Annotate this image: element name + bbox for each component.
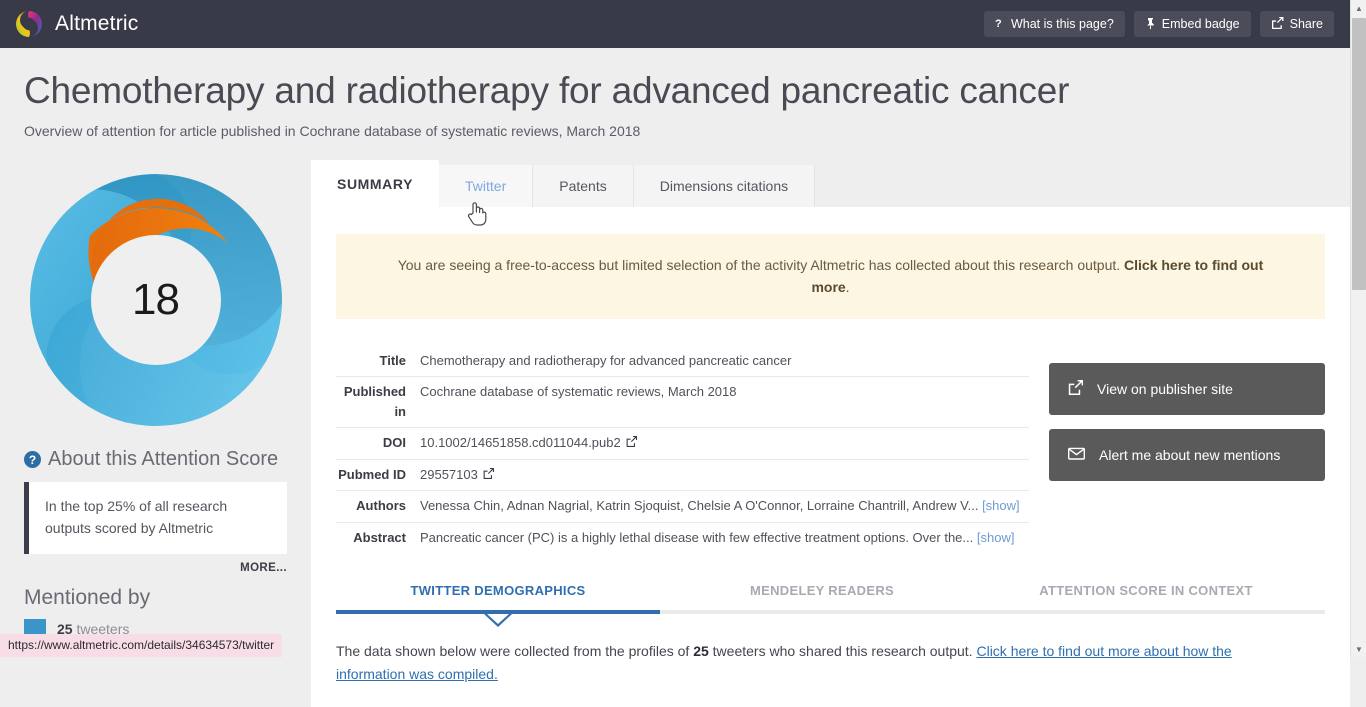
metadata-value-text: Pancreatic cancer (PC) is a highly letha… <box>420 530 973 545</box>
alert-me-button[interactable]: Alert me about new mentions <box>1049 429 1325 481</box>
tab-summary[interactable]: SUMMARY <box>311 160 439 207</box>
notice-tail: . <box>846 279 850 295</box>
mouse-cursor-pointer-icon <box>466 199 490 229</box>
tab-patents[interactable]: Patents <box>533 165 633 207</box>
subtab-attention-score-in-context[interactable]: ATTENTION SCORE IN CONTEXT <box>984 583 1308 610</box>
alert-me-label: Alert me about new mentions <box>1099 447 1280 463</box>
sub-tab-indicator <box>336 610 1325 614</box>
metadata-value: Cochrane database of systematic reviews,… <box>420 382 737 421</box>
question-circle-icon[interactable]: ? <box>24 451 41 468</box>
external-link-icon[interactable] <box>483 470 494 482</box>
free-access-notice: You are seeing a free-to-access but limi… <box>336 234 1325 319</box>
side-actions: View on publisher site Alert me about ne… <box>1049 363 1325 495</box>
attention-score-value: 18 <box>132 275 179 325</box>
metadata-value: Chemotherapy and radiotherapy for advanc… <box>420 351 791 371</box>
brand-name: Altmetric <box>55 12 138 36</box>
metadata-value: Pancreatic cancer (PC) is a highly letha… <box>420 528 1014 548</box>
about-attention-score-heading[interactable]: ? About this Attention Score <box>24 448 311 471</box>
metadata-value-text: 29557103 <box>420 467 478 482</box>
table-row: DOI 10.1002/14651858.cd011044.pub2 <box>336 428 1029 460</box>
attention-score-quote: In the top 25% of all research outputs s… <box>24 482 287 554</box>
attention-badge[interactable]: 18 <box>0 160 311 434</box>
abstract-show-link[interactable]: [show] <box>977 530 1015 545</box>
page-header: Chemotherapy and radiotherapy for advanc… <box>0 48 1350 139</box>
scroll-up-arrow-icon[interactable]: ▲ <box>1351 0 1366 16</box>
collected-description: The data shown below were collected from… <box>336 640 1301 686</box>
pin-icon <box>1145 17 1156 32</box>
share-button[interactable]: Share <box>1260 11 1334 37</box>
altmetric-donut-icon: 18 <box>22 166 290 434</box>
metadata-value-text: Venessa Chin, Adnan Nagrial, Katrin Sjoq… <box>420 498 978 513</box>
sidebar: 18 ? About this Attention Score In the t… <box>0 160 311 639</box>
sub-tab-caret-icon <box>484 614 512 627</box>
scrollbar-thumb[interactable] <box>1352 18 1366 290</box>
embed-badge-button[interactable]: Embed badge <box>1134 11 1251 37</box>
svg-text:?: ? <box>995 18 1002 29</box>
tab-dimensions-citations[interactable]: Dimensions citations <box>634 165 815 207</box>
external-link-icon[interactable] <box>626 438 637 450</box>
what-is-this-page-button[interactable]: ? What is this page? <box>984 11 1125 37</box>
table-row: Pubmed ID 29557103 <box>336 460 1029 492</box>
altmetric-logo-icon <box>14 9 44 39</box>
metadata-key: Abstract <box>336 528 420 548</box>
embed-badge-label: Embed badge <box>1162 17 1240 31</box>
sub-tab-row: TWITTER DEMOGRAPHICS MENDELEY READERS AT… <box>336 583 1325 610</box>
metadata-key: Authors <box>336 496 420 516</box>
sub-tab-bar: TWITTER DEMOGRAPHICS MENDELEY READERS AT… <box>336 583 1325 614</box>
metadata-value: 10.1002/14651858.cd011044.pub2 <box>420 433 637 453</box>
metadata-key: Title <box>336 351 420 371</box>
brand[interactable]: Altmetric <box>14 9 138 39</box>
envelope-icon <box>1068 447 1085 464</box>
attention-score-hole: 18 <box>91 235 221 365</box>
table-row: Abstract Pancreatic cancer (PC) is a hig… <box>336 523 1029 554</box>
table-row: Published in Cochrane database of system… <box>336 377 1029 428</box>
subtab-mendeley-readers[interactable]: MENDELEY READERS <box>660 583 984 610</box>
more-link[interactable]: MORE... <box>0 562 287 574</box>
authors-show-link[interactable]: [show] <box>982 498 1020 513</box>
page-title: Chemotherapy and radiotherapy for advanc… <box>24 70 1326 111</box>
topbar-actions: ? What is this page? Embed badge Share <box>984 11 1334 37</box>
share-icon <box>1271 17 1284 31</box>
metadata-value: 29557103 <box>420 465 494 485</box>
view-on-publisher-site-button[interactable]: View on publisher site <box>1049 363 1325 415</box>
metadata-key: Published in <box>336 382 420 421</box>
external-link-icon <box>1068 380 1083 399</box>
mentioned-by-heading: Mentioned by <box>24 586 311 610</box>
subtab-twitter-demographics[interactable]: TWITTER DEMOGRAPHICS <box>336 583 660 610</box>
top-bar: Altmetric ? What is this page? Embed bad… <box>0 0 1350 48</box>
what-is-this-page-label: What is this page? <box>1011 17 1114 31</box>
metadata-value-text: 10.1002/14651858.cd011044.pub2 <box>420 435 621 450</box>
metadata-key: Pubmed ID <box>336 465 420 485</box>
table-row: Title Chemotherapy and radiotherapy for … <box>336 346 1029 378</box>
vertical-scrollbar[interactable]: ▲ ▼ <box>1350 0 1366 657</box>
scroll-down-arrow-icon[interactable]: ▼ <box>1351 641 1366 657</box>
question-mark-icon: ? <box>995 17 1005 31</box>
metadata-value: Venessa Chin, Adnan Nagrial, Katrin Sjoq… <box>420 496 1020 516</box>
page-subtitle: Overview of attention for article publis… <box>24 123 1326 139</box>
notice-text: You are seeing a free-to-access but limi… <box>398 257 1120 273</box>
status-bar-url: https://www.altmetric.com/details/346345… <box>0 634 282 657</box>
share-label: Share <box>1290 17 1323 31</box>
about-attention-score-label: About this Attention Score <box>48 448 278 471</box>
main-content: SUMMARY Twitter Patents Dimensions citat… <box>311 160 1350 707</box>
metadata-key: DOI <box>336 433 420 453</box>
view-on-publisher-site-label: View on publisher site <box>1097 381 1233 397</box>
table-row: Authors Venessa Chin, Adnan Nagrial, Kat… <box>336 491 1029 523</box>
metadata-table: Title Chemotherapy and radiotherapy for … <box>336 346 1029 554</box>
attention-score-quote-text: In the top 25% of all research outputs s… <box>45 496 269 539</box>
